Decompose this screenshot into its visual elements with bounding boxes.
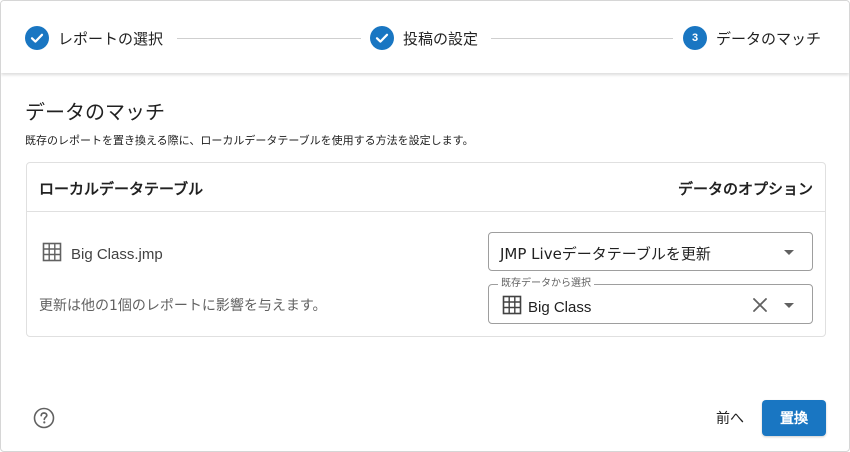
page-description: 既存のレポートを置き換える際に、ローカルデータテーブルを使用する方法を設定します…	[25, 134, 474, 147]
stepper: レポートの選択 投稿の設定 3 データのマッチ	[1, 1, 849, 73]
check-icon	[370, 26, 394, 50]
page-title: データのマッチ	[25, 100, 165, 124]
column-header-local-table: ローカルデータテーブル	[39, 180, 204, 198]
column-header-data-options: データのオプション	[677, 180, 813, 198]
impact-note: 更新は他の1個のレポートに影響を与えます。	[39, 298, 327, 314]
help-circle-icon[interactable]	[33, 407, 55, 429]
data-match-table: ローカルデータテーブル データのオプション Big Class.jmp 更新は他…	[26, 162, 826, 337]
replace-button[interactable]: 置換	[762, 400, 826, 436]
data-option-value: JMP Liveデータテーブルを更新	[500, 245, 711, 263]
step-data-match[interactable]: 3 データのマッチ	[683, 25, 821, 51]
table-header: ローカルデータテーブル データのオプション	[27, 163, 825, 212]
check-icon	[25, 26, 49, 50]
step-select-report[interactable]: レポートの選択	[25, 25, 163, 51]
step-label: レポートの選択	[58, 29, 164, 48]
chevron-down-icon[interactable]	[784, 250, 794, 255]
step-post-settings[interactable]: 投稿の設定	[370, 25, 478, 51]
chevron-down-icon[interactable]	[784, 303, 794, 308]
existing-data-select[interactable]: 既存データから選択 Big Class	[488, 277, 813, 324]
step-connector	[177, 38, 361, 39]
table-icon	[42, 242, 62, 266]
back-button[interactable]: 前へ	[706, 401, 754, 435]
data-option-select[interactable]: JMP Liveデータテーブルを更新	[488, 232, 813, 271]
step-connector	[491, 38, 673, 39]
table-icon	[502, 295, 522, 319]
existing-data-label: 既存データから選択	[498, 277, 594, 290]
existing-data-text: Big Class	[528, 298, 592, 316]
step-label: 投稿の設定	[403, 29, 479, 48]
local-table-file: Big Class.jmp	[42, 242, 163, 266]
step-number-badge: 3	[683, 26, 707, 50]
existing-data-value: Big Class	[502, 295, 591, 319]
dialog: レポートの選択 投稿の設定 3 データのマッチ データのマッチ 既存のレポートを…	[0, 0, 850, 452]
close-icon[interactable]	[752, 297, 768, 313]
file-name: Big Class.jmp	[71, 245, 163, 263]
step-label: データのマッチ	[716, 29, 822, 48]
